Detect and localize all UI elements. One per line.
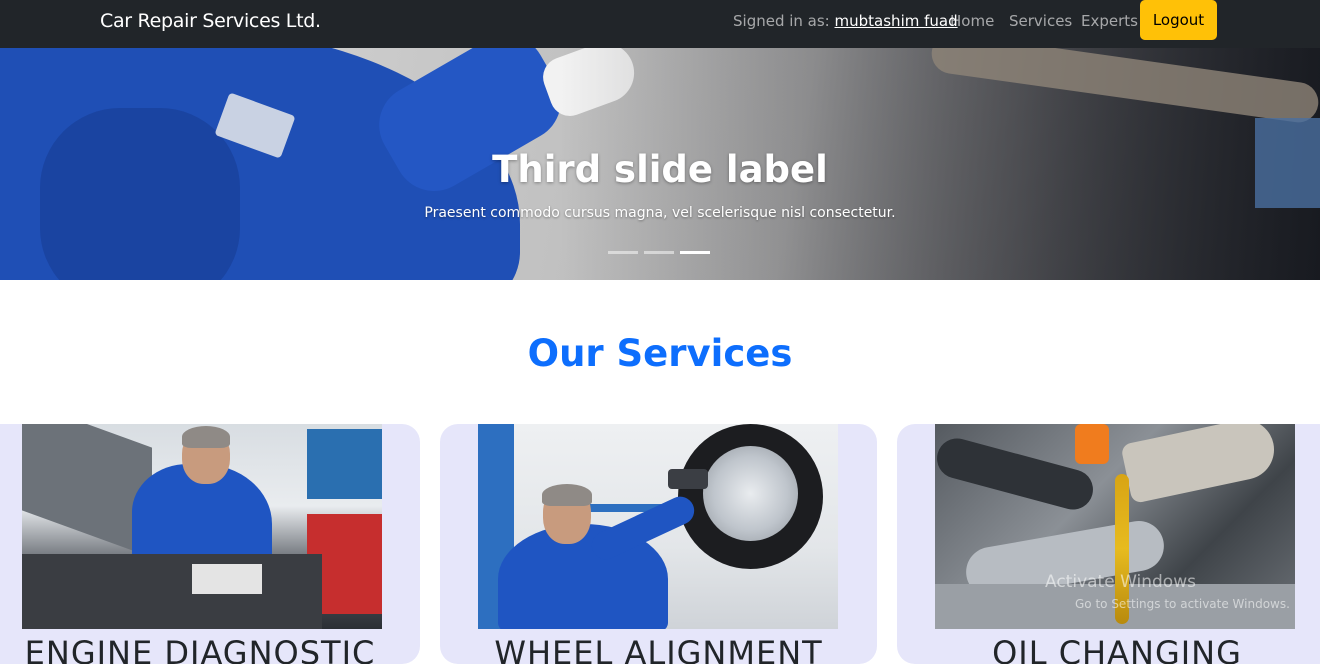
carousel-indicator-3[interactable]	[680, 251, 710, 254]
activate-windows-watermark: Activate Windows	[1045, 572, 1196, 592]
service-card-oil[interactable]: Activate Windows Go to Settings to activ…	[897, 424, 1320, 664]
image-mechanic-hair	[182, 426, 230, 448]
mechanic-engine-image	[22, 424, 382, 629]
image-mechanic-hair	[542, 484, 592, 506]
image-oil-bottle	[1120, 424, 1280, 504]
service-card-wheel[interactable]: WHEEL ALIGNMENT	[440, 424, 877, 664]
service-card-title: WHEEL ALIGNMENT	[494, 634, 823, 664]
nav-link-experts[interactable]: Experts	[1081, 12, 1138, 30]
mechanic-wheel-image	[478, 424, 838, 629]
carousel-slide-title: Third slide label	[492, 148, 828, 191]
nav-link-home[interactable]: Home	[950, 12, 994, 30]
signed-in-label: Signed in as:	[733, 12, 830, 30]
services-heading: Our Services	[527, 332, 793, 375]
service-card-engine[interactable]: ENGINE DIAGNOSTIC	[0, 424, 420, 664]
image-engine-hose	[935, 433, 1098, 515]
oil-pouring-image: Activate Windows Go to Settings to activ…	[935, 424, 1295, 629]
service-card-title: OIL CHANGING	[992, 634, 1242, 664]
hero-carousel[interactable]: Third slide label Praesent commodo cursu…	[0, 48, 1320, 280]
image-rim	[703, 446, 798, 541]
service-card-title: ENGINE DIAGNOSTIC	[24, 634, 376, 664]
nav-link-services[interactable]: Services	[1009, 12, 1072, 30]
brand-link[interactable]: Car Repair Services Ltd.	[100, 10, 321, 32]
activate-windows-hint: Go to Settings to activate Windows.	[1075, 597, 1290, 611]
top-navbar: Car Repair Services Ltd. Signed in as: m…	[0, 0, 1320, 48]
logout-button[interactable]: Logout	[1140, 0, 1217, 40]
image-impact-wrench	[668, 469, 708, 489]
image-engine-bay	[22, 554, 322, 629]
carousel-indicator-2[interactable]	[644, 251, 674, 254]
user-name-link[interactable]: mubtashim fuad	[835, 12, 958, 30]
image-oil-cap	[1075, 424, 1109, 464]
image-battery	[192, 564, 262, 594]
carousel-slide-caption: Praesent commodo cursus magna, vel scele…	[424, 205, 896, 221]
signed-in-text: Signed in as: mubtashim fuad	[733, 12, 958, 30]
hero-image-suit-shadow	[40, 108, 240, 280]
carousel-indicator-1[interactable]	[608, 251, 638, 254]
image-tool-board	[307, 429, 382, 499]
